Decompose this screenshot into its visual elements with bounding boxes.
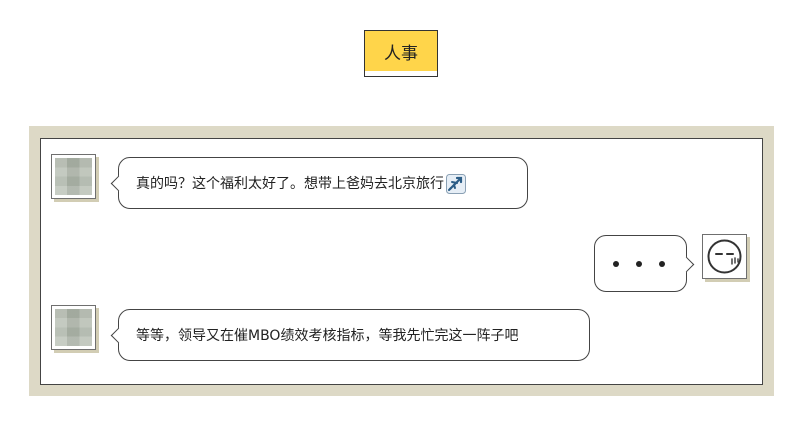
avatar-image — [55, 158, 92, 195]
chat-panel: 真的吗？这个福利太好了。想带上爸妈去北京旅行 等等，领导又在催MBO绩效考核指标… — [40, 138, 763, 385]
message-text-1-content: 真的吗？这个福利太好了。想带上爸妈去北京旅行 — [136, 175, 444, 192]
bubble-tail — [678, 256, 695, 272]
dot — [636, 260, 642, 267]
page-title-tag: 人事 — [364, 30, 438, 77]
avatar-self — [702, 234, 747, 279]
dot — [659, 260, 665, 267]
speechless-face-icon — [707, 239, 742, 274]
message-bubble-1: 真的吗？这个福利太好了。想带上爸妈去北京旅行 — [110, 157, 528, 209]
message-text-1: 真的吗？这个福利太好了。想带上爸妈去北京旅行 — [119, 173, 466, 194]
avatar-other — [51, 154, 96, 199]
airplane-icon — [446, 173, 466, 194]
page-title: 人事 — [365, 31, 437, 71]
avatar-image — [55, 309, 92, 346]
dot — [613, 260, 619, 267]
chat-screenshot: 人事 真的吗？这个福利太好了。想带上爸妈去北京旅行 等等，领导又在催MBO绩效考… — [0, 0, 802, 428]
message-bubble-3: 等等，领导又在催MBO绩效考核指标，等我先忙完这一阵子吧 — [110, 309, 590, 361]
message-bubble-2 — [594, 235, 695, 292]
chat-panel-frame: 真的吗？这个福利太好了。想带上爸妈去北京旅行 等等，领导又在催MBO绩效考核指标… — [29, 126, 774, 396]
message-text-3: 等等，领导又在催MBO绩效考核指标，等我先忙完这一阵子吧 — [136, 328, 519, 344]
avatar-other — [51, 305, 96, 350]
ellipsis-dots — [595, 260, 665, 267]
